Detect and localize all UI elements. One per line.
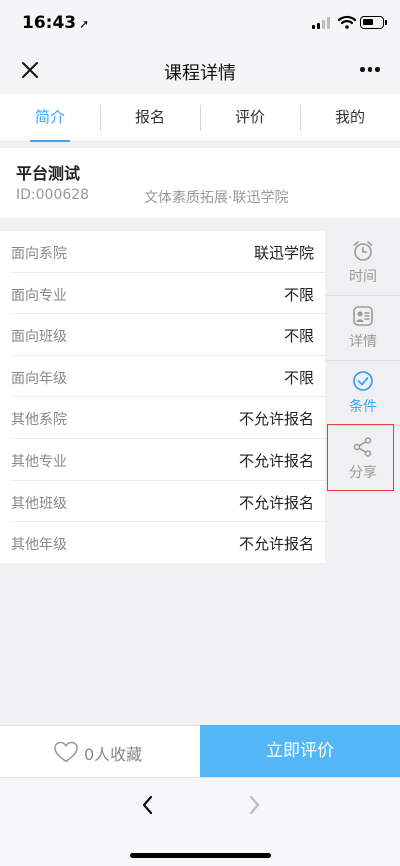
wifi-icon (338, 15, 356, 29)
list-item: 其他专业 不允许报名 (0, 439, 325, 481)
check-circle-icon (353, 371, 373, 391)
item-label: 面向系院 (11, 246, 67, 262)
item-label: 其他专业 (11, 454, 67, 470)
bottom-action-bar: 0人收藏 立即评价 (0, 725, 400, 778)
tab-signup[interactable]: 报名 (100, 94, 200, 142)
item-value: 不限 (283, 368, 314, 387)
item-label: 面向年级 (11, 370, 67, 387)
list-item: 面向系院 联迅学院 (0, 231, 325, 273)
side-item-conditions[interactable]: 条件 (326, 361, 400, 426)
side-item-details[interactable]: 详情 (326, 296, 400, 361)
list-item: 面向年级 不限 (0, 356, 325, 398)
item-label: 其他班级 (11, 495, 67, 512)
cellular-signal-icon (312, 17, 332, 29)
forward-arrow-icon[interactable] (244, 792, 264, 818)
item-value: 不限 (283, 327, 314, 346)
item-value: 不允许报名 (238, 493, 314, 512)
status-time: 16:43 ➚ (22, 13, 90, 33)
item-value: 不允许报名 (238, 452, 314, 470)
item-label: 其他系院 (11, 412, 67, 429)
course-id: ID:000628 (16, 187, 90, 203)
list-item: 其他系院 不允许报名 (0, 397, 325, 439)
course-header: 平台测试 ID:000628 文体素质拓展·联迅学院 (0, 148, 400, 218)
active-tab-underline (30, 140, 70, 142)
item-label: 其他年级 (11, 537, 67, 554)
tab-reviews[interactable]: 评价 (200, 94, 300, 142)
course-name: 平台测试 (16, 164, 81, 183)
battery-icon (360, 16, 387, 29)
side-item-time[interactable]: 时间 (326, 231, 400, 296)
browser-toolbar (0, 777, 400, 866)
share-highlight-box (327, 424, 394, 491)
list-item: 其他年级 不允许报名 (0, 522, 325, 564)
status-bar: 16:43 ➚ (0, 0, 400, 46)
item-label: 面向专业 (11, 287, 67, 304)
item-value: 不允许报名 (238, 410, 314, 429)
nav-bar: 课程详情 (0, 46, 400, 94)
page-title: 课程详情 (164, 63, 236, 84)
rate-now-button[interactable]: 立即评价 (200, 725, 400, 778)
item-value: 联迅学院 (253, 244, 314, 262)
list-item: 面向班级 不限 (0, 314, 325, 356)
item-label: 面向班级 (11, 329, 67, 346)
course-category: 文体素质拓展·联迅学院 (144, 190, 289, 206)
item-value: 不允许报名 (238, 535, 314, 554)
heart-icon (54, 741, 78, 763)
favorite-count: 0人收藏 (84, 745, 143, 764)
conditions-list: 面向系院 联迅学院 面向专业 不限 面向班级 不限 面向年级 不限 其他系院 不… (0, 231, 325, 563)
home-indicator (130, 853, 271, 858)
item-value: 不限 (283, 285, 314, 304)
location-arrow-icon: ➚ (79, 17, 90, 31)
more-icon[interactable] (360, 67, 380, 72)
alarm-clock-icon (353, 241, 373, 261)
tab-intro[interactable]: 简介 (0, 94, 100, 142)
tab-bar: 简介 报名 评价 我的 (0, 94, 400, 142)
list-item: 面向专业 不限 (0, 273, 325, 315)
list-item: 其他班级 不允许报名 (0, 481, 325, 523)
back-arrow-icon[interactable] (138, 792, 158, 818)
favorite-button[interactable]: 0人收藏 (0, 726, 200, 778)
profile-card-icon (353, 306, 373, 326)
tab-mine[interactable]: 我的 (300, 94, 400, 142)
